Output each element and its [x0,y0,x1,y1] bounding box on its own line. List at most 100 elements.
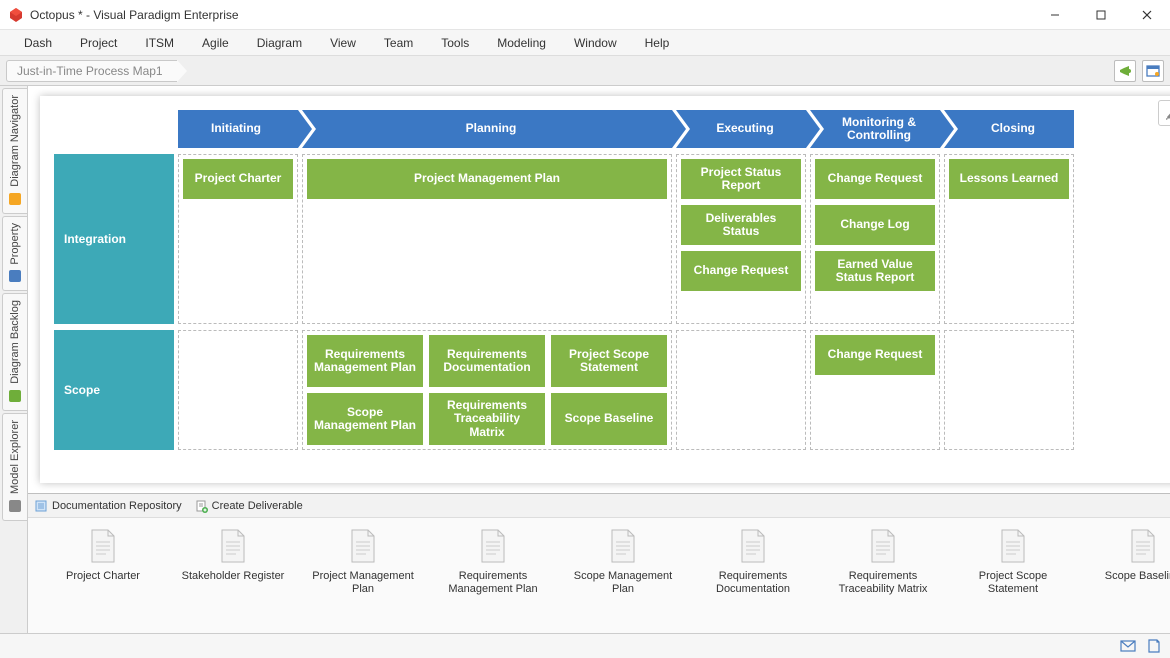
phase-executing[interactable]: Executing [676,110,806,148]
breadcrumb-current[interactable]: Just-in-Time Process Map1 [6,60,187,82]
window-minimize[interactable] [1032,0,1078,30]
menu-dash[interactable]: Dash [10,32,66,54]
deliverable-item[interactable]: Project Charter [48,528,158,623]
side-tab-label: Property [9,223,21,265]
create-deliverable-button[interactable]: Create Deliverable [194,499,303,513]
note-icon[interactable] [1146,638,1162,654]
mail-icon[interactable] [1120,638,1136,654]
window-maximize[interactable] [1078,0,1124,30]
deliverable-label: Scope Baseline [1105,570,1170,583]
deliverable-label: Project Scope Statement [958,570,1068,596]
document-icon [1128,528,1158,564]
menu-agile[interactable]: Agile [188,32,243,54]
menu-project[interactable]: Project [66,32,131,54]
side-tab-icon [7,498,23,514]
side-tab-label: Diagram Backlog [9,300,21,384]
lane: Project Charter [178,154,298,324]
deliverable-item[interactable]: Requirements Traceability Matrix [828,528,938,623]
deliverable-block[interactable]: Project Status Report [681,159,801,199]
phase-planning[interactable]: Planning [302,110,672,148]
titlebar: Octopus * - Visual Paradigm Enterprise [0,0,1170,30]
side-tab-icon [7,191,23,207]
side-tab-property[interactable]: Property [2,216,27,292]
app-icon [8,7,24,23]
breadcrumb-label: Just-in-Time Process Map1 [6,60,177,82]
deliverable-item[interactable]: Requirements Management Plan [438,528,548,623]
document-icon [738,528,768,564]
deliverable-label: Project Charter [66,570,140,583]
deliverable-item[interactable]: Project Scope Statement [958,528,1068,623]
deliverable-block[interactable]: Requirements Management Plan [307,335,423,387]
menu-view[interactable]: View [316,32,370,54]
breadcrumb-bar: Just-in-Time Process Map1 [0,56,1170,86]
deliverable-block[interactable]: Earned Value Status Report [815,251,935,291]
menu-tools[interactable]: Tools [427,32,483,54]
deliverable-block[interactable]: Requirements Traceability Matrix [429,393,545,445]
deliverable-block[interactable]: Change Log [815,205,935,245]
deliverable-block[interactable]: Lessons Learned [949,159,1069,199]
deliverable-block[interactable]: Scope Baseline [551,393,667,445]
lane: Requirements Management PlanRequirements… [302,330,672,450]
workspace: Diagram Navigator Property Diagram Backlog… [0,86,1170,633]
menu-modeling[interactable]: Modeling [483,32,560,54]
lane: Change Request Change Log Earned Value Sta… [810,154,940,324]
lane: Project Status Report Deliverables Status… [676,154,806,324]
side-tab-label: Diagram Navigator [9,95,21,187]
canvas-wrap: InitiatingPlanningExecutingMonitoring & … [28,86,1170,633]
deliverable-block[interactable]: Change Request [681,251,801,291]
deliverable-block[interactable]: Scope Management Plan [307,393,423,445]
deliverable-item[interactable]: Stakeholder Register [178,528,288,623]
lane [178,330,298,450]
menu-diagram[interactable]: Diagram [243,32,316,54]
lock-formatting-button[interactable] [1158,100,1170,126]
documentation-repository-button[interactable]: Documentation Repository [34,499,182,513]
menu-team[interactable]: Team [370,32,427,54]
window-close[interactable] [1124,0,1170,30]
menubar: DashProjectITSMAgileDiagramViewTeamTools… [0,30,1170,56]
document-icon [88,528,118,564]
side-tab-diagram-backlog[interactable]: Diagram Backlog [2,293,27,411]
document-icon [868,528,898,564]
announce-button[interactable] [1114,60,1136,82]
deliverable-block[interactable]: Project Management Plan [307,159,667,199]
menu-help[interactable]: Help [631,32,684,54]
lane [676,330,806,450]
knowledge-area-integration[interactable]: Integration [54,154,174,324]
window-title: Octopus * - Visual Paradigm Enterprise [30,8,239,22]
deliverable-block[interactable]: Project Scope Statement [551,335,667,387]
deliverable-item[interactable]: Requirements Documentation [698,528,808,623]
switch-diagram-button[interactable] [1142,60,1164,82]
deliverable-block[interactable]: Change Request [815,335,935,375]
deliverable-block[interactable]: Requirements Documentation [429,335,545,387]
statusbar [0,633,1170,658]
phase-closing[interactable]: Closing [944,110,1074,148]
deliverable-block[interactable]: Deliverables Status [681,205,801,245]
deliverable-block[interactable]: Change Request [815,159,935,199]
side-tab-icon [7,268,23,284]
deliverable-label: Stakeholder Register [182,570,285,583]
document-icon [218,528,248,564]
phase-initiating[interactable]: Initiating [178,110,298,148]
deliverable-label: Requirements Documentation [698,570,808,596]
phase-monitoring-controlling[interactable]: Monitoring & Controlling [810,110,940,148]
deliverable-item[interactable]: Scope Baseline [1088,528,1170,623]
deliverable-toolbar: Documentation Repository Create Delivera… [28,494,1170,518]
side-tabs: Diagram Navigator Property Diagram Backlog… [0,86,28,633]
lane: Lessons Learned [944,154,1074,324]
knowledge-area-scope[interactable]: Scope [54,330,174,450]
menu-itsm[interactable]: ITSM [131,32,188,54]
documentation-repository-label: Documentation Repository [52,500,182,512]
side-tab-diagram-navigator[interactable]: Diagram Navigator [2,88,27,214]
deliverable-label: Requirements Traceability Matrix [828,570,938,596]
deliverable-grid: Project Charter Stakeholder Register Proje… [28,518,1170,633]
create-deliverable-label: Create Deliverable [212,500,303,512]
deliverable-block[interactable]: Project Charter [183,159,293,199]
canvas-scroll: InitiatingPlanningExecutingMonitoring & … [28,86,1170,493]
document-icon [478,528,508,564]
deliverable-item[interactable]: Scope Management Plan [568,528,678,623]
menu-window[interactable]: Window [560,32,631,54]
diagram-canvas[interactable]: InitiatingPlanningExecutingMonitoring & … [40,96,1170,483]
deliverable-label: Project Management Plan [308,570,418,596]
deliverable-item[interactable]: Project Management Plan [308,528,418,623]
side-tab-model-explorer[interactable]: Model Explorer [2,413,27,521]
